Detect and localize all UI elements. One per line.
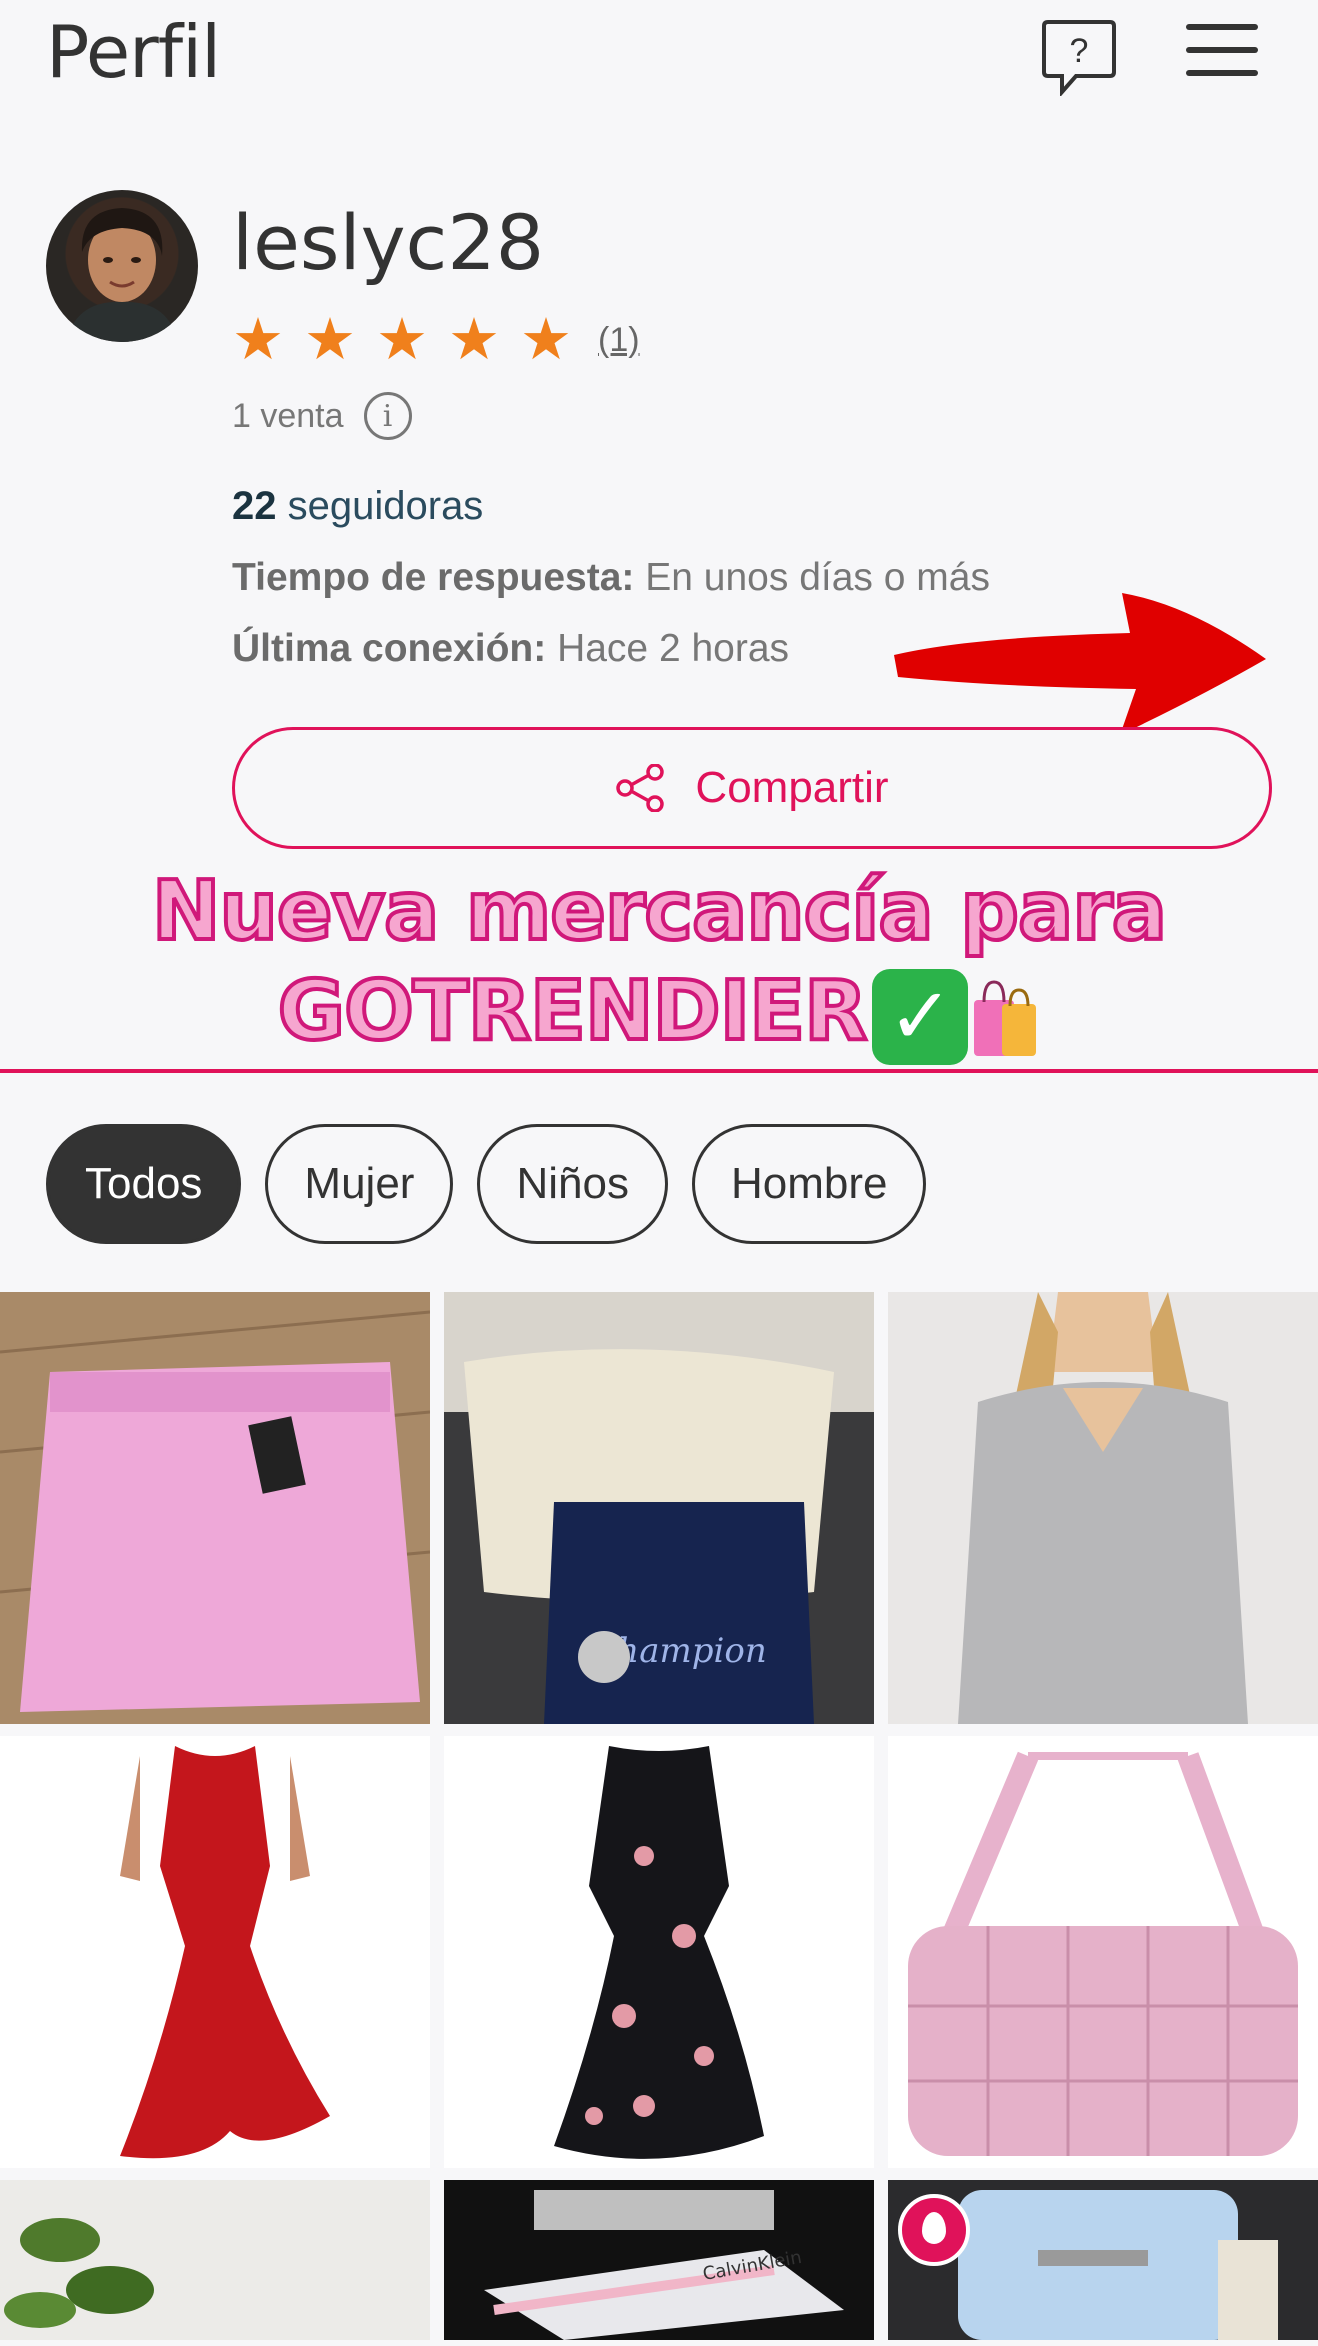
followers-label: seguidoras: [287, 484, 484, 528]
category-filters: Todos Mujer Niños Hombre: [46, 1124, 927, 1244]
product-image: [0, 2180, 430, 2340]
product-image: Champion: [444, 1292, 874, 1724]
share-button[interactable]: Compartir: [232, 727, 1272, 849]
product-tile[interactable]: [0, 2180, 430, 2340]
filter-ninos[interactable]: Niños: [477, 1124, 668, 1244]
product-tile[interactable]: [888, 1736, 1318, 2168]
username: leslyc28: [232, 198, 545, 287]
product-tile[interactable]: [888, 1292, 1318, 1724]
share-label: Compartir: [695, 763, 889, 812]
product-image: CalvinKlein: [444, 2180, 874, 2340]
product-tile[interactable]: Champion: [444, 1292, 874, 1724]
question-bubble-icon: ?: [1042, 20, 1116, 98]
last-connection: Última conexión: Hace 2 horas: [232, 627, 789, 671]
product-grid: Champion CalvinKlein: [0, 1292, 1318, 2340]
star-icon: ★: [520, 307, 572, 372]
rating-stars[interactable]: ★ ★ ★ ★ ★ (1): [232, 307, 640, 372]
product-image: [444, 1736, 874, 2168]
promo-line-2: GOTRENDIER: [276, 962, 869, 1061]
filter-mujer[interactable]: Mujer: [265, 1124, 454, 1244]
star-icon: ★: [232, 307, 284, 372]
hot-icon: [898, 2194, 970, 2266]
promo-line-1: Nueva mercancía para: [150, 862, 1169, 961]
followers-count: 22: [232, 484, 277, 528]
svg-text:?: ?: [1070, 32, 1089, 70]
page-title: Perfil: [46, 10, 221, 94]
last-connection-label: Última conexión:: [232, 627, 547, 670]
last-connection-value: Hace 2 horas: [557, 627, 790, 670]
star-icon: ★: [376, 307, 428, 372]
product-image: [0, 1292, 430, 1724]
star-icon: ★: [448, 307, 500, 372]
product-tile[interactable]: [444, 1736, 874, 2168]
response-time: Tiempo de respuesta: En unos días o más: [232, 556, 990, 600]
info-icon[interactable]: i: [363, 392, 412, 440]
sales-label: 1 venta: [232, 396, 344, 435]
response-time-label: Tiempo de respuesta:: [232, 556, 635, 599]
product-tile[interactable]: [0, 1292, 430, 1724]
star-icon: ★: [304, 307, 356, 372]
followers[interactable]: 22 seguidoras: [232, 484, 483, 529]
section-divider: [0, 1069, 1318, 1073]
product-tile[interactable]: [0, 1736, 430, 2168]
top-bar: Perfil ?: [0, 0, 1318, 110]
review-count-link[interactable]: (1): [598, 321, 640, 360]
red-arrow-annotation: [894, 593, 1266, 735]
product-image: [888, 1292, 1318, 1724]
share-icon: [616, 764, 665, 812]
check-mark-icon: ✓: [872, 968, 969, 1065]
promo-overlay: Nueva mercancía para GOTRENDIER ✓: [0, 862, 1318, 1065]
filter-todos[interactable]: Todos: [46, 1124, 242, 1244]
hamburger-menu-icon[interactable]: [1182, 20, 1262, 80]
sales-count: 1 venta i: [232, 392, 412, 440]
product-tile[interactable]: [888, 2180, 1318, 2340]
help-button[interactable]: ?: [1040, 18, 1118, 98]
product-tile[interactable]: CalvinKlein: [444, 2180, 874, 2340]
shopping-bags-icon: [974, 980, 1037, 1056]
product-image: [888, 1736, 1318, 2168]
avatar[interactable]: [46, 190, 198, 342]
product-image: [0, 1736, 430, 2168]
filter-hombre[interactable]: Hombre: [691, 1124, 927, 1244]
